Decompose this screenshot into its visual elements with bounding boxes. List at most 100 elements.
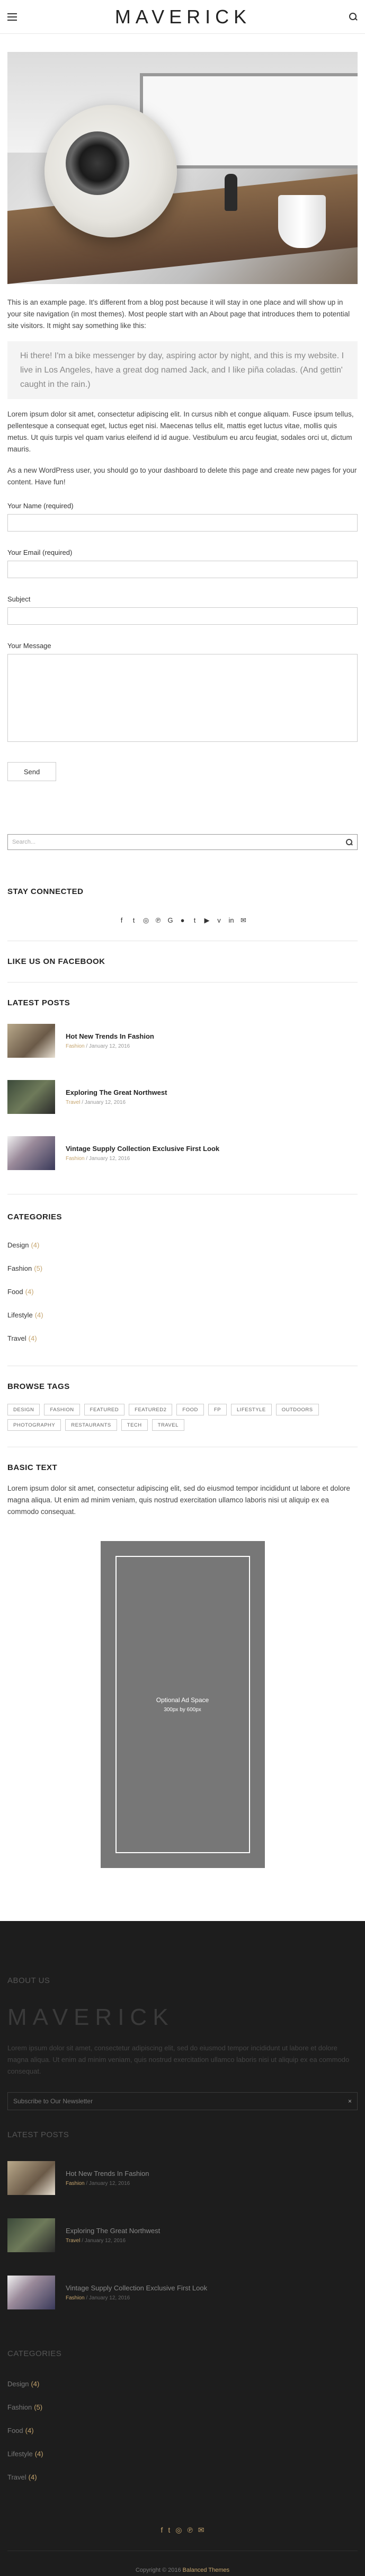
tag-link[interactable]: TECH <box>121 1419 148 1431</box>
facebook-widget-title: LIKE US ON FACEBOOK <box>7 957 105 966</box>
post-category[interactable]: Fashion <box>66 1156 85 1162</box>
email-label: Your Email (required) <box>7 548 73 556</box>
post-category[interactable]: Travel <box>66 1100 80 1105</box>
search-input[interactable]: Search... <box>12 839 35 845</box>
pinterest-icon[interactable]: ℗ <box>187 2526 192 2535</box>
basic-text-title: BASIC TEXT <box>7 1463 58 1472</box>
post-thumbnail[interactable] <box>7 2276 55 2309</box>
search-icon[interactable] <box>349 12 358 21</box>
page-quote: Hi there! I'm a bike messenger by day, a… <box>7 341 358 399</box>
site-footer: ABOUT US MAVERICK Lorem ipsum dolor sit … <box>0 1921 365 2576</box>
post-thumbnail[interactable] <box>7 2218 55 2252</box>
post-title[interactable]: Exploring The Great Northwest <box>66 2227 160 2235</box>
twitter-icon[interactable]: t <box>130 916 138 925</box>
about-title: ABOUT US <box>7 1976 50 1985</box>
category-item[interactable]: Lifestyle (4) <box>7 1303 358 1326</box>
footer-latest-posts-title: LATEST POSTS <box>7 2130 69 2139</box>
subject-field[interactable] <box>7 607 358 625</box>
ad-label: Optional Ad Space <box>156 1696 209 1704</box>
tag-link[interactable]: FP <box>208 1404 227 1415</box>
facebook-icon[interactable]: f <box>118 916 126 925</box>
categories-title: CATEGORIES <box>7 1212 63 1221</box>
pinterest-icon[interactable]: ℗ <box>155 916 162 925</box>
google-plus-icon[interactable]: G <box>167 916 174 925</box>
facebook-icon[interactable]: f <box>161 2526 163 2535</box>
subject-label: Subject <box>7 595 31 603</box>
tumblr-icon[interactable]: t <box>191 916 199 925</box>
name-field[interactable] <box>7 514 358 532</box>
twitter-icon[interactable]: t <box>168 2526 170 2535</box>
footer-social-links: f t ◎ ℗ ✉ <box>0 2526 365 2535</box>
footer-post-item[interactable]: Exploring The Great Northwest Travel / J… <box>7 2216 358 2255</box>
post-thumbnail[interactable] <box>7 1024 55 1058</box>
site-logo[interactable]: MAVERICK <box>115 6 251 28</box>
tag-link[interactable]: TRAVEL <box>152 1419 184 1431</box>
tag-link[interactable]: DESIGN <box>7 1404 40 1415</box>
flickr-icon[interactable]: ● <box>179 916 186 925</box>
page-paragraph: Lorem ipsum dolor sit amet, consectetur … <box>7 410 354 453</box>
ad-space[interactable]: Optional Ad Space 300px by 600px <box>100 1541 265 1868</box>
email-icon[interactable]: ✉ <box>240 916 247 925</box>
category-item[interactable]: Food (4) <box>7 1280 358 1303</box>
search-icon[interactable] <box>346 838 353 846</box>
footer-category-item[interactable]: Fashion (5) <box>7 2395 358 2419</box>
post-thumbnail[interactable] <box>7 2161 55 2195</box>
post-date: January 12, 2016 <box>84 1100 126 1105</box>
close-icon[interactable]: × <box>348 2097 352 2105</box>
footer-category-item[interactable]: Food (4) <box>7 2419 358 2442</box>
latest-post-item[interactable]: Vintage Supply Collection Exclusive Firs… <box>7 1134 358 1173</box>
send-button[interactable]: Send <box>7 762 56 781</box>
tag-link[interactable]: PHOTOGRAPHY <box>7 1419 61 1431</box>
category-item[interactable]: Fashion (5) <box>7 1256 358 1280</box>
email-field[interactable] <box>7 561 358 578</box>
post-thumbnail[interactable] <box>7 1080 55 1114</box>
contact-form: Your Name (required) Your Email (require… <box>7 502 358 781</box>
site-header: MAVERICK <box>0 0 365 34</box>
latest-post-item[interactable]: Hot New Trends In Fashion Fashion / Janu… <box>7 1021 358 1060</box>
footer-logo: MAVERICK <box>7 2004 174 2030</box>
tag-link[interactable]: LIFESTYLE <box>231 1404 272 1415</box>
tag-cloud: DESIGN FASHION FEATURED FEATURED2 FOOD F… <box>7 1404 358 1431</box>
category-item[interactable]: Travel (4) <box>7 1326 358 1350</box>
page-paragraph: As a new WordPress user, you should go t… <box>7 466 357 486</box>
post-title[interactable]: Exploring The Great Northwest <box>66 1088 167 1096</box>
message-field[interactable] <box>7 654 358 742</box>
instagram-icon[interactable]: ◎ <box>175 2526 182 2535</box>
vimeo-icon[interactable]: v <box>216 916 223 925</box>
post-category[interactable]: Fashion <box>66 1043 85 1049</box>
tag-link[interactable]: FOOD <box>176 1404 204 1415</box>
basic-text: Lorem ipsum dolor sit amet, consectetur … <box>7 1484 350 1516</box>
tag-link[interactable]: FEATURED <box>84 1404 125 1415</box>
post-title[interactable]: Hot New Trends In Fashion <box>66 2170 149 2177</box>
browse-tags-title: BROWSE TAGS <box>7 1382 70 1391</box>
sidebar-search[interactable]: Search... <box>7 834 358 850</box>
category-item[interactable]: Design (4) <box>7 1233 358 1256</box>
email-icon[interactable]: ✉ <box>198 2526 204 2535</box>
brand-link[interactable]: Balanced Themes <box>183 2567 229 2573</box>
linkedin-icon[interactable]: in <box>228 916 235 925</box>
post-title[interactable]: Hot New Trends In Fashion <box>66 1032 154 1040</box>
post-title[interactable]: Vintage Supply Collection Exclusive Firs… <box>66 1145 219 1153</box>
latest-post-item[interactable]: Exploring The Great Northwest Travel / J… <box>7 1077 358 1117</box>
tag-link[interactable]: OUTDOORS <box>275 1404 319 1415</box>
about-text: Lorem ipsum dolor sit amet, consectetur … <box>7 2044 350 2075</box>
post-title[interactable]: Vintage Supply Collection Exclusive Firs… <box>66 2284 207 2292</box>
footer-category-item[interactable]: Lifestyle (4) <box>7 2442 358 2465</box>
footer-post-item[interactable]: Hot New Trends In Fashion Fashion / Janu… <box>7 2158 358 2198</box>
youtube-icon[interactable]: ▶ <box>203 916 211 925</box>
post-thumbnail[interactable] <box>7 1136 55 1170</box>
instagram-icon[interactable]: ◎ <box>143 916 150 925</box>
ad-size: 300px by 600px <box>164 1707 201 1713</box>
tag-link[interactable]: RESTAURANTS <box>65 1419 117 1431</box>
newsletter-input[interactable]: Subscribe to Our Newsletter × <box>7 2092 358 2110</box>
tag-link[interactable]: FEATURED2 <box>129 1404 173 1415</box>
footer-category-item[interactable]: Travel (4) <box>7 2465 358 2489</box>
post-date: January 12, 2016 <box>88 1043 130 1049</box>
footer-category-item[interactable]: Design (4) <box>7 2372 358 2395</box>
message-label: Your Message <box>7 642 51 650</box>
tag-link[interactable]: FASHION <box>44 1404 80 1415</box>
post-date: January 12, 2016 <box>88 1156 130 1162</box>
footer-post-item[interactable]: Vintage Supply Collection Exclusive Firs… <box>7 2273 358 2312</box>
social-links: f t ◎ ℗ G ● t ▶ v in ✉ <box>0 916 365 925</box>
hamburger-icon[interactable] <box>7 13 17 21</box>
